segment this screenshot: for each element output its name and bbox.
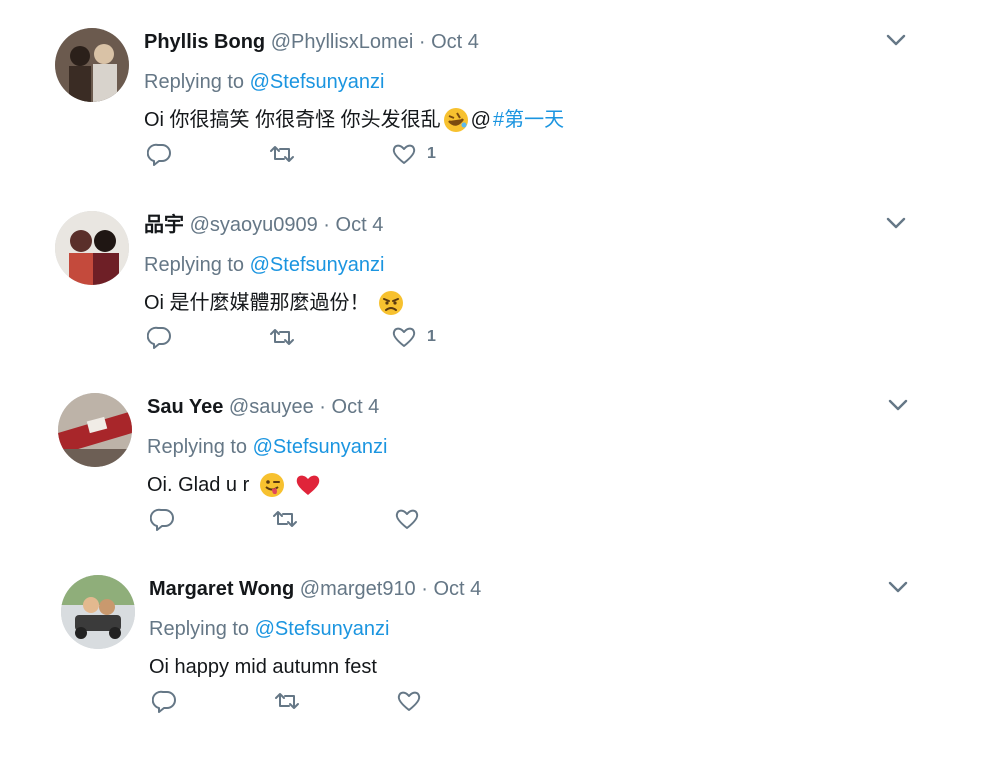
heart-icon	[392, 327, 416, 347]
chevron-down-icon[interactable]	[886, 393, 910, 417]
retweet-icon	[270, 329, 294, 345]
tweet[interactable]: Phyllis Bong @PhyllisxLomei · Oct 4 Repl…	[0, 0, 988, 182]
avatar-image	[61, 575, 135, 649]
tweet-header: 品宇 @syaoyu0909 · Oct 4	[144, 213, 928, 237]
chevron-down-icon[interactable]	[884, 211, 908, 235]
reply-icon	[147, 326, 171, 349]
user-handle[interactable]: @PhyllisxLomei	[271, 31, 414, 53]
replying-to: Replying to @Stefsunyanzi	[149, 617, 928, 641]
replying-to-label: Replying to	[144, 71, 250, 93]
reply-button[interactable]	[147, 322, 173, 352]
avatar-image	[55, 28, 129, 102]
tweet-text-body: Oi 你很搞笑 你很奇怪 你头发很乱	[144, 109, 441, 131]
avatar-image	[58, 393, 132, 467]
separator-dot: ·	[421, 578, 428, 600]
display-name[interactable]: Margaret Wong	[149, 578, 294, 600]
separator-dot: ·	[418, 31, 426, 53]
reply-button[interactable]	[147, 139, 173, 169]
user-handle[interactable]: @marget910	[300, 578, 416, 600]
avatar[interactable]	[58, 393, 132, 467]
avatar[interactable]	[61, 575, 135, 649]
display-name[interactable]: Phyllis Bong	[144, 31, 265, 53]
retweet-button[interactable]	[274, 686, 300, 716]
tweet-header: Sau Yee @sauyee · Oct 4	[147, 395, 928, 419]
user-handle[interactable]: @sauyee	[229, 396, 314, 418]
replying-to: Replying to @Stefsunyanzi	[147, 435, 928, 459]
display-name[interactable]: 品宇	[144, 214, 184, 236]
winking-face-with-tongue-emoji-icon	[259, 472, 285, 498]
tweet-text-body: Oi happy mid autumn fest	[149, 656, 377, 678]
tweet-header: Margaret Wong @marget910 · Oct 4	[149, 577, 928, 601]
replying-to-label: Replying to	[149, 618, 255, 640]
tweet[interactable]: Sau Yee @sauyee · Oct 4 Replying to @Ste…	[0, 365, 988, 547]
tweet-content: Margaret Wong @marget910 · Oct 4 Replyin…	[149, 577, 928, 680]
tweet-header: Phyllis Bong @PhyllisxLomei · Oct 4	[144, 30, 928, 54]
tweet-date[interactable]: Oct 4	[332, 396, 380, 418]
heart-icon	[395, 509, 419, 529]
chevron-down-icon[interactable]	[886, 575, 910, 599]
tweet[interactable]: Margaret Wong @marget910 · Oct 4 Replyin…	[0, 547, 988, 729]
tweet[interactable]: 品宇 @syaoyu0909 · Oct 4 Replying to @Stef…	[0, 183, 988, 365]
user-handle[interactable]: @syaoyu0909	[190, 214, 318, 236]
avatar-image	[55, 211, 129, 285]
like-button[interactable]: 1	[391, 139, 436, 169]
avatar[interactable]	[55, 28, 129, 102]
separator-dot: ·	[323, 214, 330, 236]
tweet-text: Oi 你很搞笑 你很奇怪 你头发很乱 @ #第一天	[144, 107, 928, 133]
retweet-button[interactable]	[269, 139, 295, 169]
like-button[interactable]	[396, 686, 432, 716]
replying-to: Replying to @Stefsunyanzi	[144, 253, 928, 277]
tweet-text-body: Oi 是什麼媒體那麼過份！	[144, 292, 370, 314]
tweet-date[interactable]: Oct 4	[431, 31, 479, 53]
replying-to-handle[interactable]: @Stefsunyanzi	[253, 436, 388, 458]
heart-icon	[392, 144, 416, 164]
avatar[interactable]	[55, 211, 129, 285]
replying-to-label: Replying to	[144, 254, 250, 276]
red-heart-emoji-icon	[295, 472, 321, 498]
tweet-content: Phyllis Bong @PhyllisxLomei · Oct 4 Repl…	[144, 30, 928, 133]
tweet-content: Sau Yee @sauyee · Oct 4 Replying to @Ste…	[147, 395, 928, 498]
retweet-icon	[275, 693, 299, 709]
retweet-button[interactable]	[272, 504, 298, 534]
replying-to-handle[interactable]: @Stefsunyanzi	[255, 618, 390, 640]
replying-to-handle[interactable]: @Stefsunyanzi	[250, 254, 385, 276]
tweet-text-at: @	[470, 109, 491, 131]
tweet-text: Oi 是什麼媒體那麼過份！	[144, 290, 928, 316]
tweet-date[interactable]: Oct 4	[336, 214, 384, 236]
retweet-icon	[270, 146, 294, 162]
like-button[interactable]	[394, 504, 430, 534]
hashtag-link[interactable]: #第一天	[493, 107, 564, 133]
tweet-content: 品宇 @syaoyu0909 · Oct 4 Replying to @Stef…	[144, 213, 928, 316]
display-name[interactable]: Sau Yee	[147, 396, 223, 418]
retweet-button[interactable]	[269, 322, 295, 352]
like-count: 1	[427, 145, 436, 162]
reply-button[interactable]	[152, 686, 178, 716]
replying-to: Replying to @Stefsunyanzi	[144, 70, 928, 94]
heart-icon	[397, 691, 421, 711]
tweet-text: Oi. Glad u r	[147, 472, 928, 498]
angry-face-emoji-icon	[378, 290, 404, 316]
tweet-text-body: Oi. Glad u r	[147, 474, 250, 496]
like-button[interactable]: 1	[391, 322, 436, 352]
tweet-date[interactable]: Oct 4	[433, 578, 481, 600]
rolling-on-floor-laughing-emoji-icon	[443, 107, 469, 133]
tweet-text: Oi happy mid autumn fest	[149, 654, 928, 680]
reply-icon	[150, 508, 174, 531]
reply-icon	[152, 690, 176, 713]
reply-icon	[147, 143, 171, 166]
like-count: 1	[427, 328, 436, 345]
replying-to-handle[interactable]: @Stefsunyanzi	[250, 71, 385, 93]
retweet-icon	[273, 511, 297, 527]
replying-to-label: Replying to	[147, 436, 253, 458]
separator-dot: ·	[319, 396, 326, 418]
reply-button[interactable]	[150, 504, 176, 534]
chevron-down-icon[interactable]	[884, 28, 908, 52]
